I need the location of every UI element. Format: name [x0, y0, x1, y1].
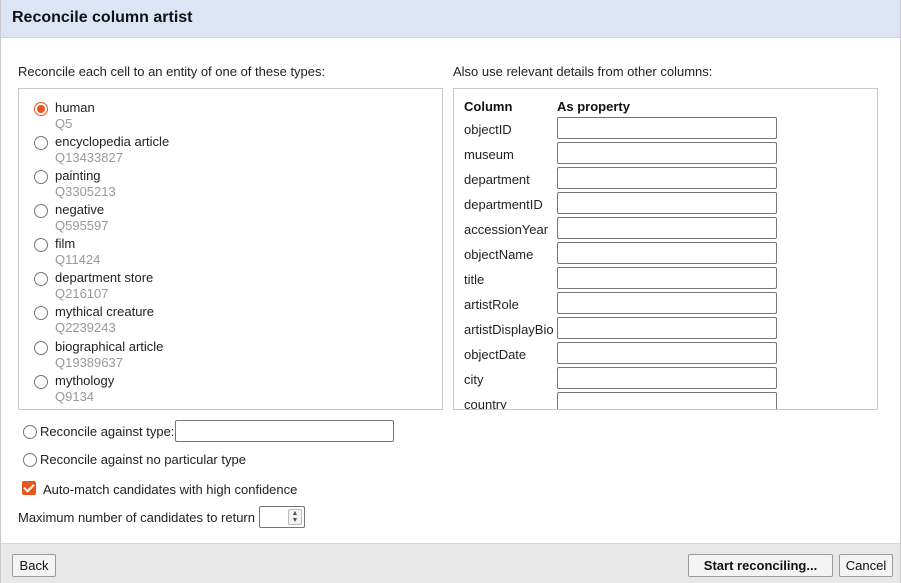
table-row: museum	[454, 142, 874, 167]
back-button[interactable]: Back	[12, 554, 56, 577]
column-header: Column	[464, 99, 513, 114]
cancel-button[interactable]: Cancel	[839, 554, 893, 577]
type-radio[interactable]	[34, 341, 48, 355]
column-name: title	[464, 272, 485, 287]
against-type-radio[interactable]	[23, 425, 37, 439]
type-radio[interactable]	[34, 375, 48, 389]
column-name: objectName	[464, 247, 534, 262]
type-id: Q11424	[55, 252, 101, 267]
type-id: Q3305213	[55, 184, 116, 199]
table-row: objectDate	[454, 342, 874, 367]
type-id: Q5	[55, 116, 73, 131]
type-radio[interactable]	[34, 204, 48, 218]
columns-section-label: Also use relevant details from other col…	[453, 64, 713, 79]
property-input[interactable]	[557, 167, 777, 189]
table-row: departmentID	[454, 192, 874, 217]
type-radio[interactable]	[34, 170, 48, 184]
table-row: department	[454, 167, 874, 192]
property-input[interactable]	[557, 192, 777, 214]
column-name: museum	[464, 147, 514, 162]
type-id: Q13433827	[55, 150, 123, 165]
property-input[interactable]	[557, 342, 777, 364]
property-input[interactable]	[557, 267, 777, 289]
type-id: Q9134	[55, 389, 95, 404]
type-radio[interactable]	[34, 272, 48, 286]
stepper-arrows-icon[interactable]: ▲ ▼	[288, 509, 302, 525]
column-name: country	[464, 397, 507, 410]
column-name: department	[464, 172, 530, 187]
against-type-input[interactable]	[175, 420, 394, 442]
no-type-label: Reconcile against no particular type	[40, 452, 246, 467]
auto-match-label: Auto-match candidates with high confiden…	[43, 482, 298, 497]
column-name: accessionYear	[464, 222, 549, 237]
table-row: country	[454, 392, 874, 410]
table-row: artistRole	[454, 292, 874, 317]
columns-table[interactable]: Column As property objectID museum depar…	[453, 88, 878, 410]
property-input[interactable]	[557, 117, 777, 139]
property-input[interactable]	[557, 242, 777, 264]
dialog-title: Reconcile column artist	[12, 9, 193, 26]
auto-match-checkbox[interactable]	[22, 481, 36, 495]
property-input[interactable]	[557, 317, 777, 339]
property-input[interactable]	[557, 292, 777, 314]
property-input[interactable]	[557, 367, 777, 389]
type-name: mythology	[55, 373, 115, 388]
type-name: biographical article	[55, 339, 164, 354]
type-radio[interactable]	[34, 102, 48, 116]
dialog-footer: Back Start reconciling... Cancel	[1, 543, 900, 583]
property-input[interactable]	[557, 392, 777, 409]
type-radio[interactable]	[34, 238, 48, 252]
type-id: Q216107	[55, 286, 109, 301]
type-radio[interactable]	[34, 136, 48, 150]
type-radio[interactable]	[34, 306, 48, 320]
property-input[interactable]	[557, 142, 777, 164]
type-name: painting	[55, 168, 101, 183]
column-name: city	[464, 372, 484, 387]
table-row: city	[454, 367, 874, 392]
type-name: department store	[55, 270, 154, 285]
types-section-label: Reconcile each cell to an entity of one …	[18, 64, 326, 79]
start-reconciling-button[interactable]: Start reconciling...	[688, 554, 833, 577]
type-name: mythical creature	[55, 304, 154, 319]
table-row: accessionYear	[454, 217, 874, 242]
against-type-label: Reconcile against type:	[40, 424, 175, 439]
type-id: Q595597	[55, 218, 109, 233]
no-type-radio[interactable]	[23, 453, 37, 467]
max-candidates-stepper[interactable]: ▲ ▼	[259, 506, 305, 528]
type-id: Q19389637	[55, 355, 123, 370]
type-name: encyclopedia article	[55, 134, 170, 149]
table-row: artistDisplayBio	[454, 317, 874, 342]
column-name: objectID	[464, 122, 512, 137]
type-name: negative	[55, 202, 105, 217]
property-input[interactable]	[557, 217, 777, 239]
table-row: objectName	[454, 242, 874, 267]
column-name: artistRole	[464, 297, 519, 312]
type-id: Q2239243	[55, 320, 116, 335]
reconcile-dialog: Reconcile column artist Reconcile each c…	[0, 0, 901, 583]
types-list[interactable]: human Q5 encyclopedia article Q13433827 …	[18, 88, 443, 410]
property-header: As property	[557, 99, 630, 114]
max-candidates-label: Maximum number of candidates to return	[18, 510, 255, 525]
column-name: objectDate	[464, 347, 527, 362]
table-row: title	[454, 267, 874, 292]
type-name: human	[55, 100, 95, 115]
type-name: film	[55, 236, 76, 251]
dialog-title-bar: Reconcile column artist	[1, 0, 900, 38]
column-name: artistDisplayBio	[464, 322, 554, 337]
table-row: objectID	[454, 117, 874, 142]
column-name: departmentID	[464, 197, 543, 212]
